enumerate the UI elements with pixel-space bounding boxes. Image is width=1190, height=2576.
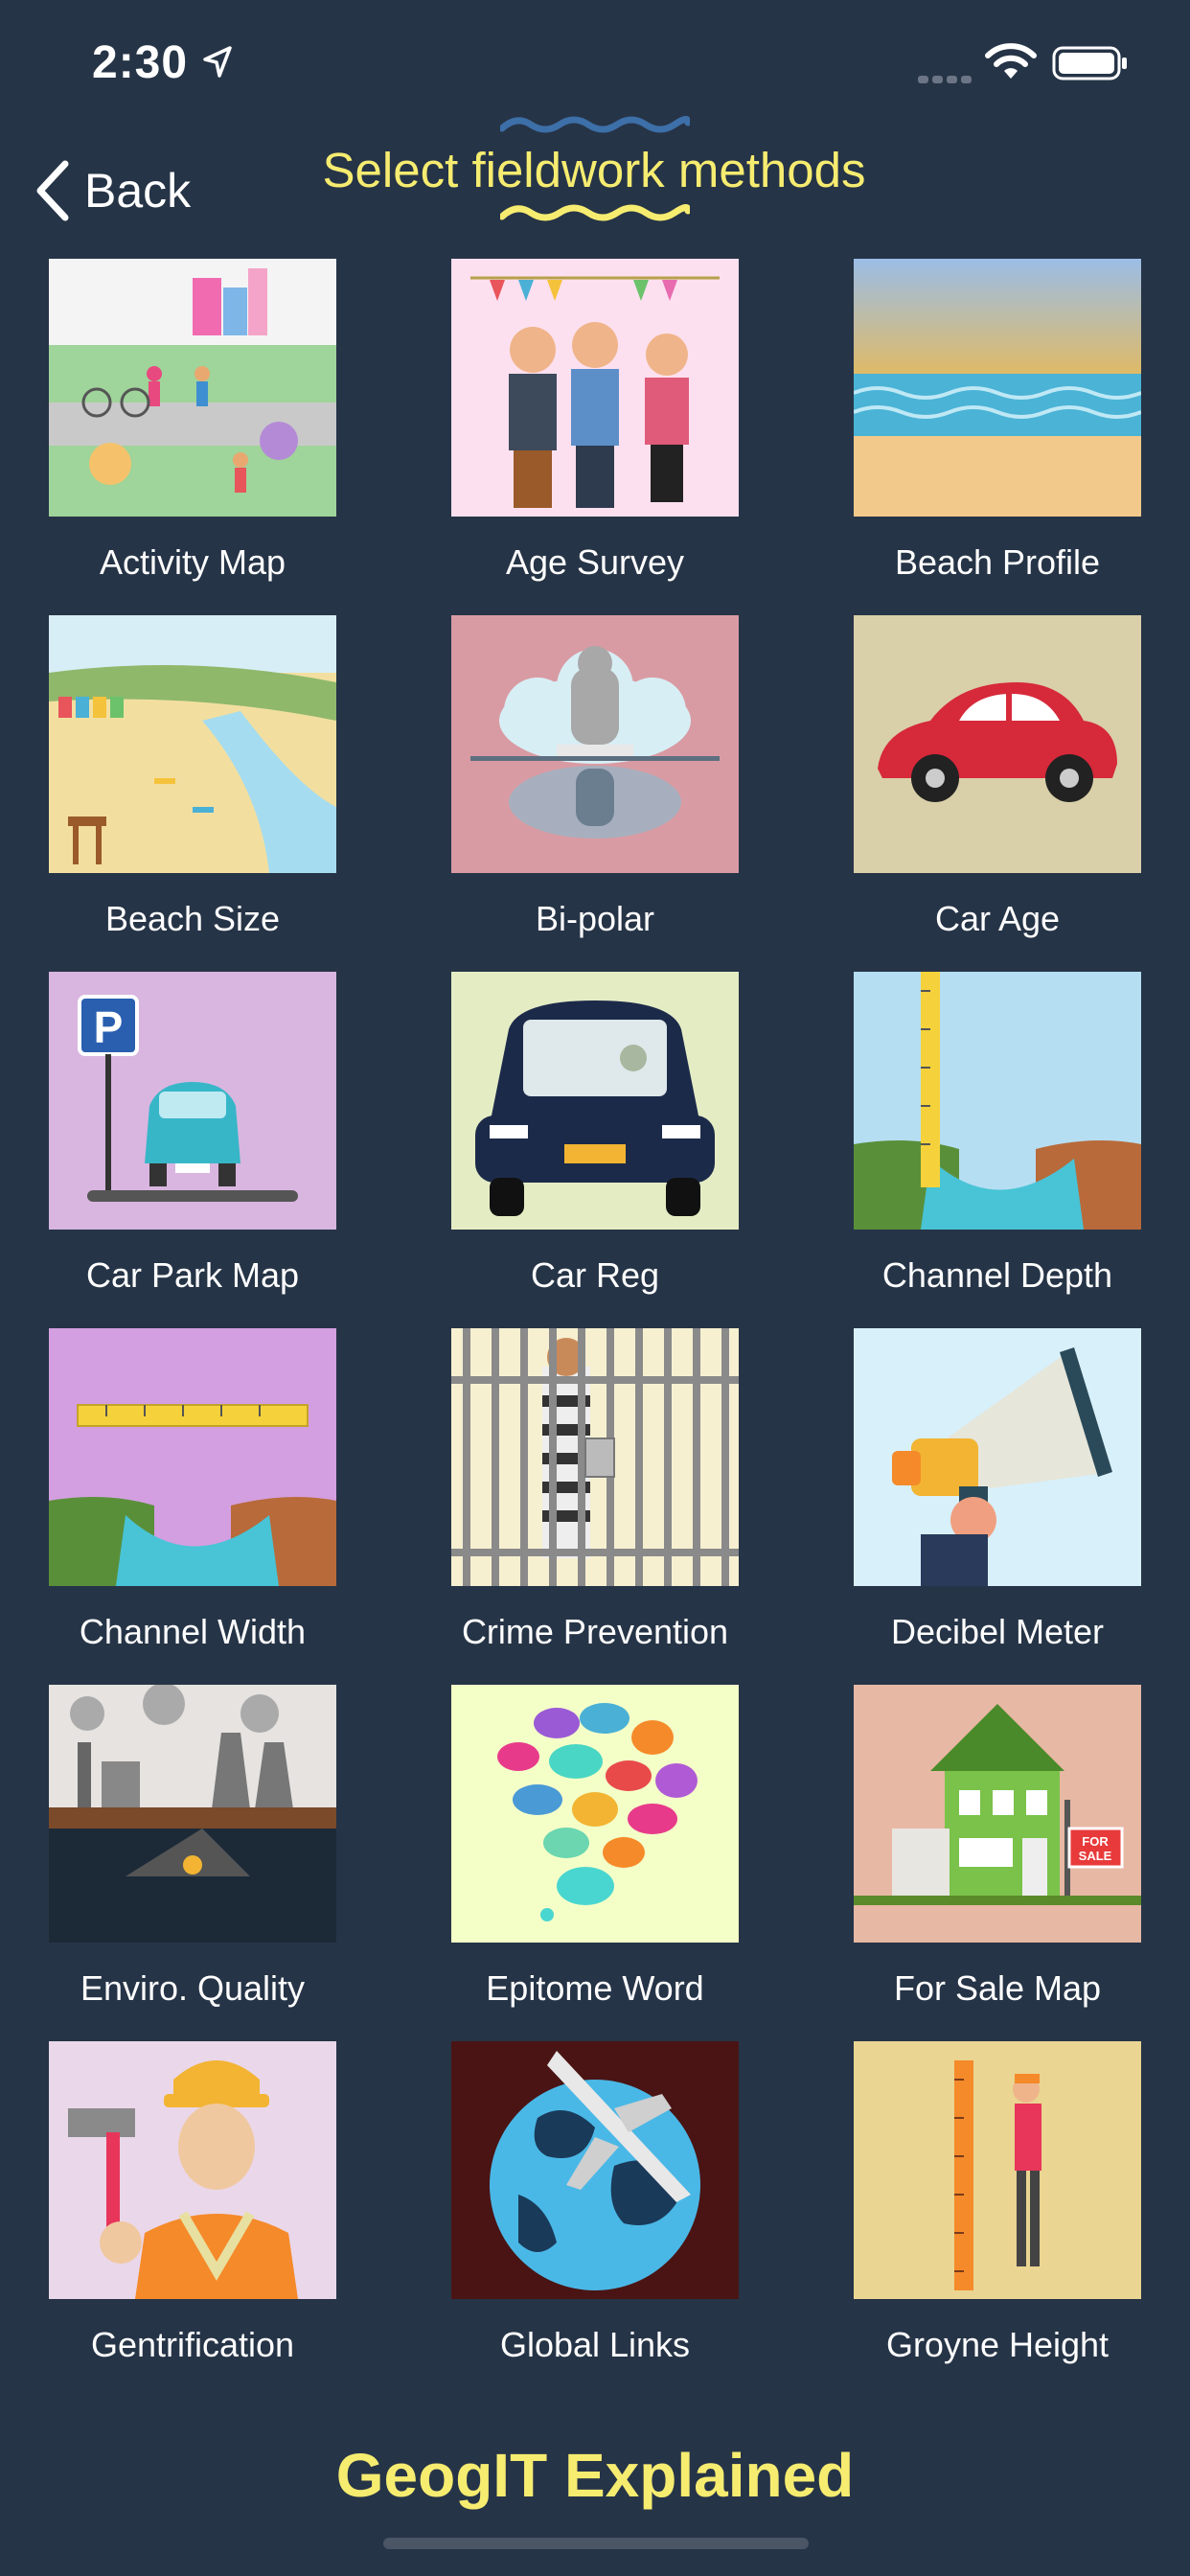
- chevron-left-icon: [36, 160, 69, 221]
- wave-decoration-bottom: [500, 204, 690, 221]
- status-bar: 2:30: [0, 0, 1190, 125]
- page-title: Select fieldwork methods: [322, 143, 866, 197]
- bi-polar-thumbnail: [451, 615, 739, 873]
- method-tile-activity-map[interactable]: Activity Map: [49, 259, 336, 582]
- beach-profile-thumbnail: [854, 259, 1141, 517]
- decibel-meter-thumbnail: [854, 1328, 1141, 1586]
- channel-width-thumbnail: [49, 1328, 336, 1586]
- method-label: Beach Size: [104, 899, 281, 938]
- method-label: Bi-polar: [535, 899, 655, 938]
- groyne-height-thumbnail: [854, 2041, 1141, 2299]
- gentrification-thumbnail: [49, 2041, 336, 2299]
- method-label: Channel Depth: [881, 1255, 1113, 1295]
- method-label: Decibel Meter: [890, 1612, 1105, 1651]
- method-tile-enviro-quality[interactable]: Enviro. Quality: [49, 1685, 336, 2008]
- method-label: For Sale Map: [893, 1968, 1102, 2008]
- app-footer-title: GeogIT Explained: [335, 2441, 855, 2510]
- method-tile-gentrification[interactable]: Gentrification: [49, 2041, 336, 2364]
- activity-map-thumbnail: [49, 259, 336, 517]
- method-tile-channel-depth[interactable]: Channel Depth: [854, 972, 1141, 1295]
- method-label: Epitome Word: [486, 1968, 704, 2008]
- location-arrow-icon: [203, 46, 232, 78]
- car-reg-thumbnail: [451, 972, 739, 1230]
- beach-size-thumbnail: [49, 615, 336, 873]
- method-tile-global-links[interactable]: Global Links: [451, 2041, 739, 2364]
- method-tile-for-sale-map[interactable]: FOR SALE For Sale Map: [854, 1685, 1141, 2008]
- method-tile-bi-polar[interactable]: Bi-polar: [451, 615, 739, 938]
- method-label: Crime Prevention: [461, 1612, 729, 1651]
- method-tile-car-age[interactable]: Car Age: [854, 615, 1141, 938]
- epitome-word-thumbnail: [451, 1685, 739, 1943]
- method-tile-beach-size[interactable]: Beach Size: [49, 615, 336, 938]
- back-label: Back: [84, 164, 192, 218]
- method-tile-age-survey[interactable]: Age Survey: [451, 259, 739, 582]
- method-tile-decibel-meter[interactable]: Decibel Meter: [854, 1328, 1141, 1651]
- battery-icon: [1052, 46, 1127, 80]
- title-area: Select fieldwork methods: [287, 113, 901, 228]
- wifi-icon: [985, 43, 1037, 79]
- crime-prevention-thumbnail: [451, 1328, 739, 1586]
- method-tile-beach-profile[interactable]: Beach Profile: [854, 259, 1141, 582]
- method-tile-car-reg[interactable]: Car Reg: [451, 972, 739, 1295]
- svg-text:SALE: SALE: [1079, 1849, 1112, 1863]
- method-label: Activity Map: [99, 542, 286, 582]
- method-label: Groyne Height: [885, 2325, 1110, 2364]
- age-survey-thumbnail: [451, 259, 739, 517]
- cellular-signal-icon: [918, 71, 975, 88]
- method-label: Car Age: [934, 899, 1061, 938]
- method-label: Enviro. Quality: [80, 1968, 306, 2008]
- method-label: Channel Width: [79, 1612, 307, 1651]
- back-button[interactable]: Back: [34, 157, 191, 224]
- global-links-thumbnail: [451, 2041, 739, 2299]
- svg-text:FOR: FOR: [1082, 1834, 1109, 1849]
- car-age-thumbnail: [854, 615, 1141, 873]
- enviro-quality-thumbnail: [49, 1685, 336, 1943]
- method-label: Car Park Map: [85, 1255, 300, 1295]
- car-park-map-thumbnail: P: [49, 972, 336, 1230]
- method-label: Age Survey: [505, 542, 685, 582]
- channel-depth-thumbnail: [854, 972, 1141, 1230]
- method-tile-channel-width[interactable]: Channel Width: [49, 1328, 336, 1651]
- method-tile-crime-prevention[interactable]: Crime Prevention: [451, 1328, 739, 1651]
- home-indicator[interactable]: [383, 2538, 809, 2549]
- status-time: 2:30: [92, 37, 189, 88]
- method-tile-epitome-word[interactable]: Epitome Word: [451, 1685, 739, 2008]
- for-sale-map-thumbnail: FOR SALE: [854, 1685, 1141, 1943]
- method-tile-groyne-height[interactable]: Groyne Height: [854, 2041, 1141, 2364]
- wave-decoration-top: [500, 116, 690, 133]
- method-label: Global Links: [499, 2325, 691, 2364]
- method-label: Car Reg: [530, 1255, 660, 1295]
- method-label: Gentrification: [90, 2325, 295, 2364]
- method-label: Beach Profile: [894, 542, 1101, 582]
- method-tile-car-park-map[interactable]: P Car Park Map: [49, 972, 336, 1295]
- svg-text:P: P: [94, 1002, 124, 1052]
